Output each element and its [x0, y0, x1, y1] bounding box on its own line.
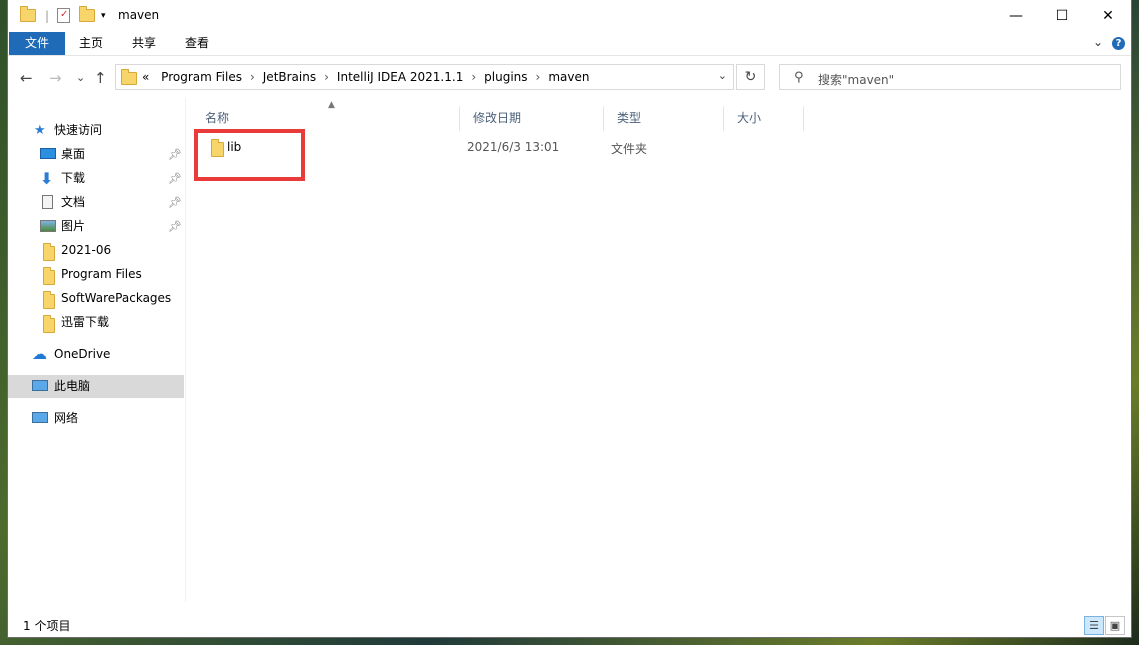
- search-box[interactable]: ⚲ 搜索"maven": [779, 64, 1121, 90]
- computer-icon: [32, 380, 48, 391]
- column-header-size[interactable]: 大小: [724, 106, 804, 131]
- sidebar-item-label: 快速访问: [54, 123, 103, 137]
- pin-icon[interactable]: 📌︎: [168, 215, 182, 238]
- file-type: 文件夹: [611, 142, 648, 156]
- column-header-modified[interactable]: 修改日期: [460, 106, 604, 131]
- sidebar-item-documents[interactable]: 文档 📌︎: [8, 191, 184, 214]
- pin-icon[interactable]: 📌︎: [168, 167, 182, 190]
- download-icon: ⬇: [40, 169, 54, 188]
- breadcrumb-separator-icon[interactable]: ›: [324, 70, 329, 84]
- sidebar-item-this-pc[interactable]: 此电脑: [8, 375, 184, 398]
- document-icon: [42, 195, 53, 209]
- up-icon[interactable]: ↑: [94, 69, 107, 87]
- sidebar-item-softwarepackages[interactable]: SoftWarePackages: [8, 287, 184, 310]
- toolbar-divider: |: [45, 8, 50, 23]
- breadcrumb-program-files[interactable]: Program Files: [161, 70, 242, 84]
- column-header-name[interactable]: 名称: [192, 106, 460, 131]
- folder-icon: [121, 69, 137, 85]
- pin-icon[interactable]: 📌︎: [168, 191, 182, 214]
- file-list: ▲ 名称 修改日期 类型 大小 lib 2021/6/3 13:01 文件夹: [192, 98, 1123, 603]
- desktop-icon: [40, 148, 56, 159]
- refresh-button[interactable]: ↻: [736, 64, 765, 90]
- properties-icon[interactable]: ✓: [57, 8, 71, 23]
- customize-toolbar-icon[interactable]: ▾: [101, 11, 106, 21]
- maximize-button[interactable]: ☐: [1039, 0, 1085, 32]
- address-dropdown-icon[interactable]: ⌄: [718, 69, 727, 82]
- quick-access-toolbar: | ✓ ▾: [20, 6, 106, 23]
- sidebar-item-label: SoftWarePackages: [61, 291, 172, 305]
- breadcrumb-intellij[interactable]: IntelliJ IDEA 2021.1.1: [337, 70, 463, 84]
- sidebar-item-program-files[interactable]: Program Files: [8, 263, 184, 286]
- sidebar-item-label: 文档: [61, 195, 86, 209]
- breadcrumb-plugins[interactable]: plugins: [484, 70, 527, 84]
- folder-icon: [43, 291, 55, 309]
- folder-icon: [43, 243, 55, 261]
- address-bar[interactable]: « Program Files › JetBrains › IntelliJ IDEA …: [115, 64, 734, 90]
- explorer-window: | ✓ ▾ maven — ☐ ✕ 文件 主页 共享 查看 ⌄ ? ← → ⌄ …: [7, 0, 1132, 638]
- pin-icon[interactable]: 📌︎: [168, 143, 182, 166]
- sidebar-item-label: 桌面: [61, 147, 86, 161]
- expand-ribbon-icon[interactable]: ⌄: [1093, 35, 1103, 49]
- back-icon[interactable]: ←: [20, 69, 33, 87]
- picture-icon: [40, 220, 56, 232]
- sidebar-item-label: 此电脑: [54, 379, 91, 393]
- sidebar-item-label: 网络: [54, 411, 79, 425]
- sidebar-item-label: 图片: [61, 219, 86, 233]
- breadcrumb-overflow[interactable]: «: [142, 70, 149, 84]
- sidebar-item-2021-06[interactable]: 2021-06: [8, 239, 184, 262]
- recent-locations-icon[interactable]: ⌄: [76, 71, 85, 84]
- folder-icon: [43, 315, 55, 333]
- ribbon: 文件 主页 共享 查看 ⌄ ?: [8, 32, 1131, 56]
- details-view-icon[interactable]: ☰: [1084, 616, 1104, 635]
- breadcrumb-separator-icon[interactable]: ›: [250, 70, 255, 84]
- navigation-pane: ★ 快速访问 桌面 📌︎ ⬇ 下载 📌︎ 文档 📌︎ 图片 📌︎ 2021-06: [8, 98, 186, 603]
- item-count: 1 个项目: [23, 619, 71, 633]
- search-placeholder: 搜索"maven": [818, 73, 895, 87]
- highlight-box: [194, 129, 305, 181]
- status-bar: 1 个项目 ☰ ▣: [8, 602, 1131, 637]
- tab-view[interactable]: 查看: [180, 32, 214, 55]
- tab-home[interactable]: 主页: [74, 32, 108, 55]
- window-title: maven: [118, 8, 160, 22]
- large-icons-view-icon[interactable]: ▣: [1105, 616, 1125, 635]
- help-icon[interactable]: ?: [1112, 37, 1125, 50]
- title-bar: | ✓ ▾ maven — ☐ ✕: [8, 0, 1131, 32]
- breadcrumb-separator-icon[interactable]: ›: [471, 70, 476, 84]
- sidebar-item-pictures[interactable]: 图片 📌︎: [8, 215, 184, 238]
- sidebar-item-network[interactable]: 网络: [8, 407, 184, 430]
- cloud-icon: ☁: [32, 345, 47, 363]
- folder-icon: [20, 6, 36, 22]
- breadcrumb-separator-icon[interactable]: ›: [536, 70, 541, 84]
- search-icon: ⚲: [794, 70, 804, 85]
- sidebar-item-label: OneDrive: [54, 347, 111, 361]
- forward-icon[interactable]: →: [49, 69, 62, 87]
- column-header-type[interactable]: 类型: [604, 106, 724, 131]
- scroll-area: [1123, 98, 1131, 603]
- network-icon: [32, 412, 48, 423]
- sidebar-item-downloads[interactable]: ⬇ 下载 📌︎: [8, 167, 184, 190]
- sidebar-item-quick-access[interactable]: ★ 快速访问: [8, 119, 184, 142]
- breadcrumb-maven[interactable]: maven: [548, 70, 589, 84]
- sidebar-item-xunlei-downloads[interactable]: 迅雷下载: [8, 311, 184, 334]
- tab-file[interactable]: 文件: [9, 32, 65, 55]
- folder-icon: [43, 267, 55, 285]
- new-folder-icon[interactable]: [79, 6, 96, 22]
- file-modified: 2021/6/3 13:01: [467, 140, 560, 154]
- sidebar-item-label: 下载: [61, 171, 86, 185]
- minimize-button[interactable]: —: [993, 0, 1039, 32]
- sidebar-item-onedrive[interactable]: ☁ OneDrive: [8, 343, 184, 366]
- tab-share[interactable]: 共享: [127, 32, 161, 55]
- sidebar-item-label: 2021-06: [61, 243, 112, 257]
- breadcrumb-jetbrains[interactable]: JetBrains: [263, 70, 316, 84]
- sidebar-item-desktop[interactable]: 桌面 📌︎: [8, 143, 184, 166]
- close-button[interactable]: ✕: [1085, 0, 1131, 32]
- sidebar-item-label: Program Files: [61, 267, 142, 281]
- navigation-bar: ← → ⌄ ↑ « Program Files › JetBrains › Intell…: [8, 56, 1131, 98]
- sidebar-item-label: 迅雷下载: [61, 315, 110, 329]
- star-icon: ★: [34, 123, 46, 138]
